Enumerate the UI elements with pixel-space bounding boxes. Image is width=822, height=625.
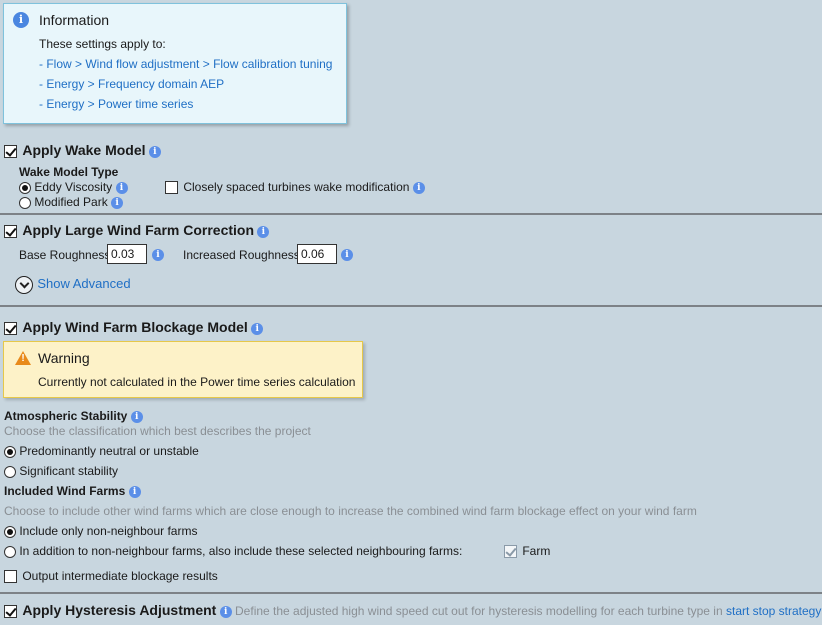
significant-stability-option[interactable]: Significant stability [4,464,118,478]
include-neighbouring-radio[interactable] [4,545,16,558]
chevron-down-icon[interactable] [15,276,33,294]
info-icon[interactable]: i [412,181,425,194]
section-divider [0,213,822,215]
link-frequency-domain-aep[interactable]: - Energy > Frequency domain AEP [39,77,224,91]
farm-label[interactable]: Farm [522,544,550,558]
link-flow-calibration-tuning[interactable]: - Flow > Wind flow adjustment > Flow cal… [39,57,332,71]
warning-panel: ! Warning Currently not calculated in th… [3,341,363,398]
increased-roughness-input[interactable]: 0.06 [297,244,337,264]
include-neighbouring-option[interactable]: In addition to non-neighbour farms, also… [4,544,462,558]
info-icon[interactable]: i [219,605,232,618]
increased-roughness-label: Increased Roughness [183,248,300,262]
show-advanced-toggle[interactable]: Show Advanced [15,276,131,294]
significant-stability-radio[interactable] [4,465,16,478]
apply-wake-model-label[interactable]: Apply Wake Model [22,142,145,158]
apply-hysteresis-checkbox[interactable] [4,605,17,619]
show-advanced-link[interactable]: Show Advanced [37,276,130,291]
info-icon[interactable]: i [115,181,128,194]
eddy-viscosity-option[interactable]: Eddy Viscosity i [19,180,128,194]
hysteresis-section: Apply Hysteresis Adjustment i Define the… [4,602,821,619]
large-wind-farm-section: Apply Large Wind Farm Correction i [4,222,270,239]
base-roughness-input[interactable]: 0.03 [107,244,147,264]
atmospheric-stability-label: Atmospheric Stability [4,409,128,423]
closely-spaced-checkbox[interactable] [165,181,178,195]
section-divider [0,592,822,594]
output-intermediate-label[interactable]: Output intermediate blockage results [22,569,217,583]
modified-park-option[interactable]: Modified Park i [19,195,124,209]
closely-spaced-label[interactable]: Closely spaced turbines wake modificatio… [183,180,409,194]
start-stop-strategy-link[interactable]: start stop strategy [726,604,821,618]
include-neighbouring-label[interactable]: In addition to non-neighbour farms, also… [19,544,462,558]
eddy-viscosity-radio[interactable] [19,181,31,194]
non-neighbour-only-radio[interactable] [4,525,16,538]
link-power-time-series[interactable]: - Energy > Power time series [39,97,193,111]
non-neighbour-only-label[interactable]: Include only non-neighbour farms [19,524,197,538]
neutral-unstable-label[interactable]: Predominantly neutral or unstable [19,444,198,458]
wake-model-type-label: Wake Model Type [19,165,119,179]
output-intermediate-checkbox[interactable] [4,570,17,584]
apply-wake-model-checkbox[interactable] [4,145,17,159]
info-icon[interactable]: i [130,410,143,423]
apply-hysteresis-label[interactable]: Apply Hysteresis Adjustment [22,602,216,618]
significant-stability-label[interactable]: Significant stability [19,464,118,478]
modified-park-label[interactable]: Modified Park [34,195,107,209]
warning-title: Warning [38,350,90,366]
output-intermediate-option[interactable]: Output intermediate blockage results [4,569,218,584]
info-icon[interactable]: i [111,196,124,209]
info-icon: i [13,12,29,28]
apply-blockage-label[interactable]: Apply Wind Farm Blockage Model [22,319,247,335]
base-roughness-label: Base Roughness [19,248,111,262]
farm-option[interactable]: Farm [504,544,550,559]
closely-spaced-option[interactable]: Closely spaced turbines wake modificatio… [165,180,425,195]
apply-large-wind-farm-label[interactable]: Apply Large Wind Farm Correction [22,222,254,238]
apply-large-wind-farm-checkbox[interactable] [4,225,17,239]
wake-model-section: Apply Wake Model i [4,142,161,159]
included-wind-farms-description: Choose to include other wind farms which… [4,504,697,518]
info-icon[interactable]: i [251,322,264,335]
info-icon[interactable]: i [148,145,161,158]
apply-blockage-checkbox[interactable] [4,322,17,336]
included-wind-farms-header: Included Wind Farms i [4,484,141,498]
info-icon[interactable]: i [341,249,353,261]
information-subtitle: These settings apply to: [39,37,166,51]
warning-message: Currently not calculated in the Power ti… [38,375,356,389]
modified-park-radio[interactable] [19,196,31,209]
included-wind-farms-label: Included Wind Farms [4,484,126,498]
info-icon[interactable]: i [152,249,164,261]
neutral-unstable-radio[interactable] [4,445,16,458]
atmospheric-stability-header: Atmospheric Stability i [4,409,143,423]
eddy-viscosity-label[interactable]: Eddy Viscosity [34,180,112,194]
non-neighbour-only-option[interactable]: Include only non-neighbour farms [4,524,197,538]
atmospheric-stability-description: Choose the classification which best des… [4,424,311,438]
information-title: Information [39,12,110,28]
farm-checkbox[interactable] [504,545,517,559]
section-divider [0,305,822,307]
information-panel: i Information These settings apply to: -… [3,3,347,124]
neutral-unstable-option[interactable]: Predominantly neutral or unstable [4,444,199,458]
blockage-section: Apply Wind Farm Blockage Model i [4,319,264,336]
hysteresis-description: Define the adjusted high wind speed cut … [235,604,723,618]
info-icon[interactable]: i [257,225,270,238]
info-icon[interactable]: i [128,485,141,498]
